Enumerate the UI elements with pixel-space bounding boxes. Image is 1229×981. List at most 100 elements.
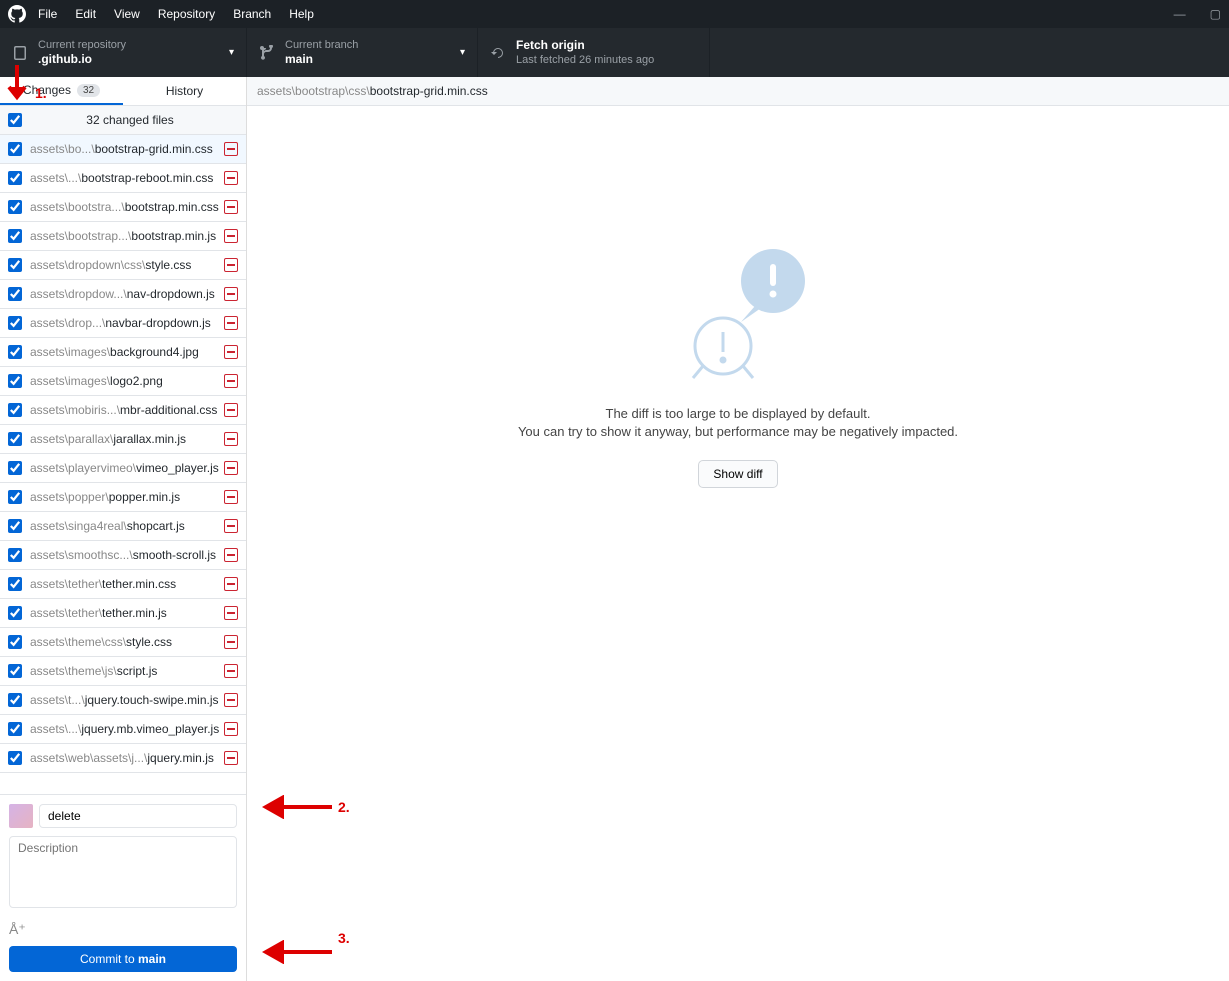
- file-row[interactable]: assets\...\jquery.mb.vimeo_player.js: [0, 715, 246, 744]
- file-checkbox[interactable]: [8, 200, 22, 214]
- commit-description-input[interactable]: [9, 836, 237, 908]
- tab-changes-label: Changes: [23, 83, 71, 97]
- tab-history[interactable]: History: [123, 77, 246, 105]
- removed-status-icon: [224, 229, 238, 243]
- file-row[interactable]: assets\smoothsc...\smooth-scroll.js: [0, 541, 246, 570]
- menu-view[interactable]: View: [114, 7, 140, 21]
- minimize-icon[interactable]: —: [1174, 7, 1186, 21]
- commit-btn-branch: main: [138, 952, 166, 966]
- avatar: [9, 804, 33, 828]
- removed-status-icon: [224, 200, 238, 214]
- file-path: assets\singa4real\shopcart.js: [30, 519, 224, 533]
- file-path: assets\web\assets\j...\jquery.min.js: [30, 751, 224, 765]
- fetch-label: Fetch origin: [516, 38, 654, 54]
- diff-too-large-notice: The diff is too large to be displayed by…: [247, 106, 1229, 981]
- file-checkbox[interactable]: [8, 461, 22, 475]
- removed-status-icon: [224, 461, 238, 475]
- file-row[interactable]: assets\singa4real\shopcart.js: [0, 512, 246, 541]
- file-row[interactable]: assets\dropdown\css\style.css: [0, 251, 246, 280]
- file-checkbox[interactable]: [8, 432, 22, 446]
- file-checkbox[interactable]: [8, 490, 22, 504]
- file-checkbox[interactable]: [8, 635, 22, 649]
- file-row[interactable]: assets\theme\css\style.css: [0, 628, 246, 657]
- file-row[interactable]: assets\drop...\navbar-dropdown.js: [0, 309, 246, 338]
- menu-bar: File Edit View Repository Branch Help: [38, 7, 314, 21]
- file-checkbox[interactable]: [8, 403, 22, 417]
- warning-illustration-icon: [663, 236, 813, 386]
- commit-btn-pre: Commit to: [80, 952, 138, 966]
- file-row[interactable]: assets\playervimeo\vimeo_player.js: [0, 454, 246, 483]
- add-coauthors-button[interactable]: Å⁺: [9, 921, 26, 938]
- select-all-checkbox[interactable]: [8, 113, 22, 127]
- file-checkbox[interactable]: [8, 171, 22, 185]
- file-path: assets\theme\css\style.css: [30, 635, 224, 649]
- menu-branch[interactable]: Branch: [233, 7, 271, 21]
- file-checkbox[interactable]: [8, 258, 22, 272]
- maximize-icon[interactable]: ▢: [1210, 7, 1221, 21]
- file-row[interactable]: assets\bo...\bootstrap-grid.min.css: [0, 135, 246, 164]
- file-checkbox[interactable]: [8, 548, 22, 562]
- file-checkbox[interactable]: [8, 751, 22, 765]
- file-row[interactable]: assets\...\bootstrap-reboot.min.css: [0, 164, 246, 193]
- commit-button[interactable]: Commit to main: [9, 946, 237, 972]
- file-row[interactable]: assets\theme\js\script.js: [0, 657, 246, 686]
- file-row[interactable]: assets\images\background4.jpg: [0, 338, 246, 367]
- show-diff-button[interactable]: Show diff: [698, 460, 777, 488]
- file-checkbox[interactable]: [8, 316, 22, 330]
- file-row[interactable]: assets\mobiris...\mbr-additional.css: [0, 396, 246, 425]
- commit-summary-input[interactable]: [39, 804, 237, 828]
- main: Changes 32 History 32 changed files asse…: [0, 77, 1229, 981]
- removed-status-icon: [224, 345, 238, 359]
- file-checkbox[interactable]: [8, 664, 22, 678]
- file-row[interactable]: assets\bootstra...\bootstrap.min.css: [0, 193, 246, 222]
- breadcrumb: assets\bootstrap\css\bootstrap-grid.min.…: [247, 77, 1229, 106]
- file-checkbox[interactable]: [8, 519, 22, 533]
- file-list[interactable]: assets\bo...\bootstrap-grid.min.css asse…: [0, 135, 246, 794]
- menu-help[interactable]: Help: [289, 7, 314, 21]
- file-row[interactable]: assets\parallax\jarallax.min.js: [0, 425, 246, 454]
- file-path: assets\tether\tether.min.css: [30, 577, 224, 591]
- file-row[interactable]: assets\images\logo2.png: [0, 367, 246, 396]
- removed-status-icon: [224, 577, 238, 591]
- file-path: assets\theme\js\script.js: [30, 664, 224, 678]
- toolbar: Current repository .github.io ▾ Current …: [0, 28, 1229, 77]
- file-checkbox[interactable]: [8, 606, 22, 620]
- changed-files-count: 32 changed files: [22, 113, 238, 127]
- file-path: assets\drop...\navbar-dropdown.js: [30, 316, 224, 330]
- file-path: assets\bo...\bootstrap-grid.min.css: [30, 142, 224, 156]
- file-row[interactable]: assets\popper\popper.min.js: [0, 483, 246, 512]
- file-checkbox[interactable]: [8, 577, 22, 591]
- file-checkbox[interactable]: [8, 142, 22, 156]
- removed-status-icon: [224, 664, 238, 678]
- tab-changes[interactable]: Changes 32: [0, 77, 123, 105]
- file-row[interactable]: assets\web\assets\j...\jquery.min.js: [0, 744, 246, 773]
- file-checkbox[interactable]: [8, 374, 22, 388]
- file-row[interactable]: assets\tether\tether.min.css: [0, 570, 246, 599]
- file-row[interactable]: assets\bootstrap...\bootstrap.min.js: [0, 222, 246, 251]
- removed-status-icon: [224, 374, 238, 388]
- current-branch-selector[interactable]: Current branch main ▾: [247, 28, 478, 77]
- window-controls: — ▢: [1174, 7, 1221, 21]
- file-path: assets\popper\popper.min.js: [30, 490, 224, 504]
- removed-status-icon: [224, 258, 238, 272]
- file-checkbox[interactable]: [8, 722, 22, 736]
- fetch-origin-button[interactable]: Fetch origin Last fetched 26 minutes ago: [478, 28, 710, 77]
- menu-repository[interactable]: Repository: [158, 7, 215, 21]
- menu-file[interactable]: File: [38, 7, 57, 21]
- current-repository-selector[interactable]: Current repository .github.io ▾: [0, 28, 247, 77]
- file-row[interactable]: assets\dropdow...\nav-dropdown.js: [0, 280, 246, 309]
- removed-status-icon: [224, 287, 238, 301]
- removed-status-icon: [224, 548, 238, 562]
- file-checkbox[interactable]: [8, 693, 22, 707]
- file-checkbox[interactable]: [8, 345, 22, 359]
- file-checkbox[interactable]: [8, 287, 22, 301]
- menu-edit[interactable]: Edit: [75, 7, 96, 21]
- sidebar-tabs: Changes 32 History: [0, 77, 246, 106]
- file-path: assets\bootstra...\bootstrap.min.css: [30, 200, 224, 214]
- branch-icon: [259, 45, 275, 61]
- file-row[interactable]: assets\t...\jquery.touch-swipe.min.js: [0, 686, 246, 715]
- removed-status-icon: [224, 751, 238, 765]
- file-checkbox[interactable]: [8, 229, 22, 243]
- removed-status-icon: [224, 403, 238, 417]
- file-row[interactable]: assets\tether\tether.min.js: [0, 599, 246, 628]
